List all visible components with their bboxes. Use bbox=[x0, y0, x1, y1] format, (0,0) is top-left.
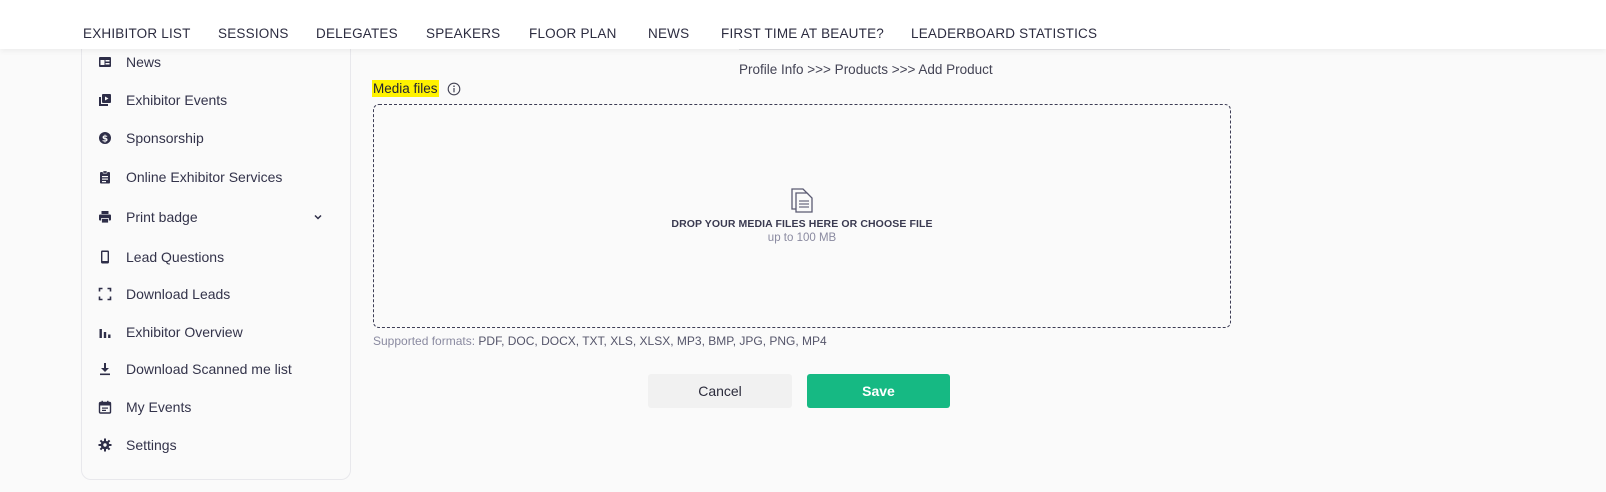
sidebar-item-print-badge[interactable]: Print badge bbox=[98, 205, 338, 229]
news-icon bbox=[98, 55, 112, 69]
nav-first-time-at-beaute[interactable]: FIRST TIME AT BEAUTE? bbox=[721, 26, 884, 41]
cancel-button[interactable]: Cancel bbox=[648, 374, 792, 408]
chevron-down-icon[interactable] bbox=[312, 211, 324, 223]
nav-news[interactable]: NEWS bbox=[648, 26, 689, 41]
sidebar-item-sponsorship[interactable]: $ Sponsorship bbox=[98, 126, 338, 150]
sidebar-item-my-events[interactable]: My Events bbox=[98, 395, 338, 419]
dropzone-size-limit: up to 100 MB bbox=[767, 232, 837, 244]
nav-delegates[interactable]: DELEGATES bbox=[316, 26, 398, 41]
sidebar-item-lead-questions[interactable]: Lead Questions bbox=[98, 245, 338, 269]
calendar-icon bbox=[98, 400, 112, 414]
sidebar-item-online-exhibitor-services[interactable]: Online Exhibitor Services bbox=[98, 165, 338, 189]
sidebar-item-label: Online Exhibitor Services bbox=[126, 169, 283, 185]
media-dropzone[interactable]: DROP YOUR MEDIA FILES HERE OR CHOOSE FIL… bbox=[373, 104, 1231, 328]
supported-formats-list: PDF, DOC, DOCX, TXT, XLS, XLSX, MP3, BMP… bbox=[478, 334, 827, 348]
dollar-icon: $ bbox=[98, 131, 112, 145]
sidebar-item-label: My Events bbox=[126, 399, 192, 415]
download-icon bbox=[98, 362, 112, 376]
svg-text:$: $ bbox=[102, 134, 108, 144]
info-icon[interactable] bbox=[447, 82, 461, 96]
phone-icon bbox=[98, 250, 112, 264]
divider bbox=[739, 49, 1230, 50]
sidebar-item-news[interactable]: News bbox=[98, 50, 338, 74]
sidebar-item-exhibitor-events[interactable]: Exhibitor Events bbox=[98, 88, 338, 112]
sidebar-item-label: Exhibitor Events bbox=[126, 92, 228, 108]
supported-formats-prefix: Supported formats: bbox=[373, 334, 476, 348]
video-library-icon bbox=[98, 93, 112, 107]
scan-icon bbox=[98, 287, 112, 301]
sidebar-item-label: Sponsorship bbox=[126, 130, 204, 146]
sidebar: News Exhibitor Events $ Sponsorship Onli… bbox=[81, 40, 351, 480]
sidebar-item-label: Exhibitor Overview bbox=[126, 324, 243, 340]
sidebar-item-label: Download Leads bbox=[126, 286, 231, 302]
gear-icon bbox=[98, 438, 112, 452]
nav-floor-plan[interactable]: FLOOR PLAN bbox=[529, 26, 617, 41]
breadcrumb: Profile Info >>> Products >>> Add Produc… bbox=[739, 62, 993, 77]
sidebar-item-download-scanned-me-list[interactable]: Download Scanned me list bbox=[98, 357, 338, 381]
nav-sessions[interactable]: SESSIONS bbox=[218, 26, 289, 41]
documents-icon bbox=[791, 188, 813, 213]
bar-chart-icon bbox=[98, 325, 112, 339]
sidebar-item-label: Settings bbox=[126, 437, 177, 453]
media-files-label-text: Media files bbox=[372, 80, 439, 97]
nav-leaderboard-statistics[interactable]: LEADERBOARD STATISTICS bbox=[911, 26, 1097, 41]
dropzone-title: DROP YOUR MEDIA FILES HERE OR CHOOSE FIL… bbox=[671, 218, 933, 230]
clipboard-icon bbox=[98, 170, 112, 184]
nav-speakers[interactable]: SPEAKERS bbox=[426, 26, 500, 41]
sidebar-item-label: Lead Questions bbox=[126, 249, 225, 265]
top-navigation: EXHIBITOR LIST SESSIONS DELEGATES SPEAKE… bbox=[0, 0, 1606, 49]
sidebar-item-label: News bbox=[126, 54, 162, 70]
media-files-label: Media files bbox=[372, 80, 461, 97]
printer-icon bbox=[98, 210, 112, 224]
sidebar-item-label: Print badge bbox=[126, 209, 198, 225]
supported-formats: Supported formats: PDF, DOC, DOCX, TXT, … bbox=[373, 334, 827, 348]
save-button[interactable]: Save bbox=[807, 374, 950, 408]
nav-exhibitor-list[interactable]: EXHIBITOR LIST bbox=[83, 26, 191, 41]
sidebar-item-settings[interactable]: Settings bbox=[98, 433, 338, 457]
sidebar-item-label: Download Scanned me list bbox=[126, 361, 292, 377]
sidebar-item-exhibitor-overview[interactable]: Exhibitor Overview bbox=[98, 320, 338, 344]
sidebar-item-download-leads[interactable]: Download Leads bbox=[98, 282, 338, 306]
